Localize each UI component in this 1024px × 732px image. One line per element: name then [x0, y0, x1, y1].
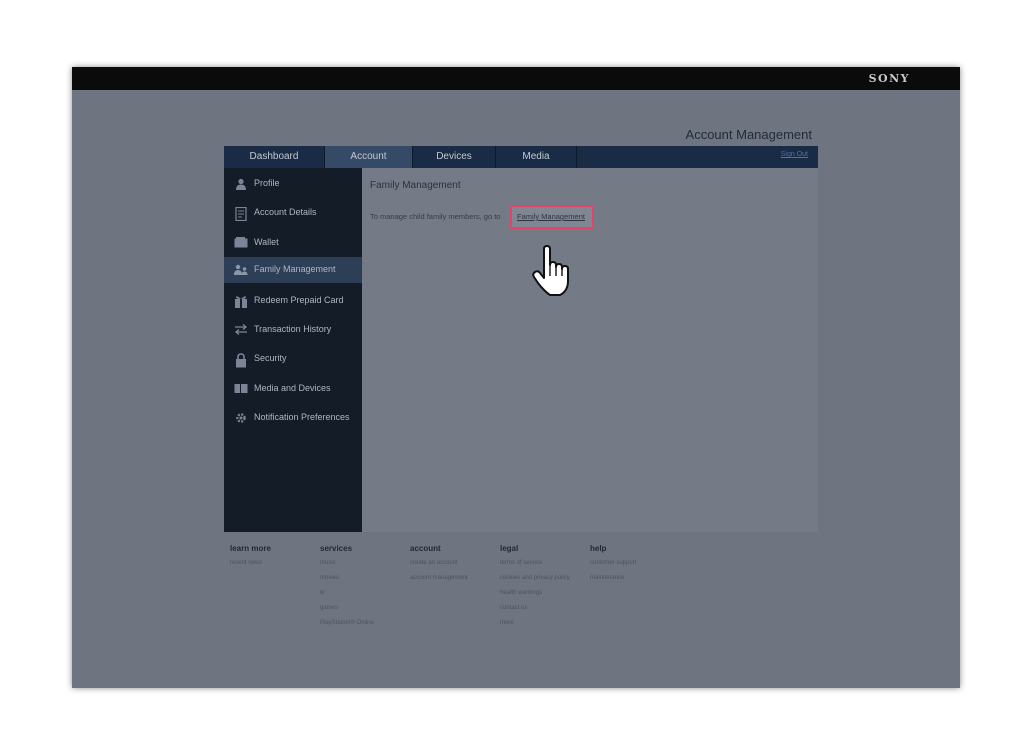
sony-logo: SONY: [868, 72, 910, 85]
sidebar-item-label: Redeem Prepaid Card: [254, 295, 344, 305]
tab-divider: [576, 146, 577, 168]
footer-link[interactable]: terms of service: [500, 560, 572, 567]
footer-link[interactable]: tv: [320, 590, 392, 597]
sidebar-item-label: Account Details: [254, 207, 317, 217]
lock-icon: [234, 353, 248, 368]
sidebar-item-redeem-prepaid-card[interactable]: Redeem Prepaid Card: [224, 288, 362, 314]
family-management-link[interactable]: Family Management: [510, 205, 594, 229]
sidebar-item-label: Profile: [254, 178, 280, 188]
wallet-icon: [234, 237, 248, 249]
sidebar-item-transaction-history[interactable]: Transaction History: [224, 317, 362, 343]
sidebar-item-family-management[interactable]: Family Management: [224, 257, 362, 283]
footer-heading: learn more: [230, 544, 271, 553]
footer-link[interactable]: customer support: [590, 560, 662, 567]
footer-column-learn-more: learn more recent news: [230, 544, 320, 575]
app-window: SONY Account Management Dashboard Accoun…: [72, 67, 960, 688]
tab-account[interactable]: Account: [325, 146, 412, 168]
person-icon: [234, 178, 248, 190]
sidebar-item-notification-preferences[interactable]: Notification Preferences: [224, 405, 362, 431]
footer-link[interactable]: account management: [410, 575, 482, 582]
account-sidebar: Profile Account Details Wallet Family Ma…: [224, 168, 362, 532]
document-icon: [234, 206, 248, 222]
footer-link[interactable]: health warnings: [500, 590, 572, 597]
sign-out-link[interactable]: Sign Out: [781, 151, 808, 158]
sidebar-item-profile[interactable]: Profile: [224, 171, 362, 197]
sidebar-item-label: Transaction History: [254, 324, 332, 334]
footer-link[interactable]: more: [500, 620, 572, 627]
sidebar-item-label: Security: [254, 353, 287, 363]
footer-heading: account: [410, 544, 441, 553]
sidebar-item-media-and-devices[interactable]: Media and Devices: [224, 376, 362, 402]
transfer-arrows-icon: [234, 324, 248, 336]
footer-heading: services: [320, 544, 353, 553]
instruction-text: To manage child family members, go to: [370, 212, 501, 221]
footer-column-help: help customer support maintenance: [590, 544, 680, 590]
footer-heading: help: [590, 544, 607, 553]
page-title: Account Management: [685, 127, 812, 142]
sidebar-item-label: Notification Preferences: [254, 412, 350, 422]
family-icon: [234, 264, 248, 276]
footer-column-legal: legal terms of service cookies and priva…: [500, 544, 590, 635]
footer-link[interactable]: create an account: [410, 560, 482, 567]
hand-pointer-cursor-icon: [532, 245, 569, 296]
footer-link[interactable]: games: [320, 605, 392, 612]
family-management-link-label: Family Management: [517, 212, 585, 221]
footer-link[interactable]: recent news: [230, 560, 302, 567]
footer-link[interactable]: music: [320, 560, 392, 567]
section-title: Family Management: [370, 180, 461, 191]
media-icon: [234, 383, 248, 395]
footer-heading: legal: [500, 544, 519, 553]
sidebar-item-label: Family Management: [254, 264, 336, 274]
tab-dashboard[interactable]: Dashboard: [224, 146, 324, 168]
footer-link[interactable]: maintenance: [590, 575, 662, 582]
main-tab-bar: Dashboard Account Devices Media Sign Out: [224, 146, 818, 168]
main-content: Family Management To manage child family…: [362, 168, 818, 532]
footer-link[interactable]: movies: [320, 575, 392, 582]
footer-column-services: services music movies tv games PlayStati…: [320, 544, 410, 635]
sidebar-item-account-details[interactable]: Account Details: [224, 200, 362, 226]
top-bar: SONY: [72, 67, 960, 90]
gear-icon: [234, 412, 248, 424]
footer-link[interactable]: cookies and privacy policy: [500, 575, 572, 582]
sidebar-item-label: Media and Devices: [254, 383, 331, 393]
footer-link[interactable]: contact us: [500, 605, 572, 612]
tab-media[interactable]: Media: [496, 146, 576, 168]
tab-devices[interactable]: Devices: [413, 146, 495, 168]
footer-link[interactable]: PlayStation® Online: [320, 620, 392, 627]
sidebar-item-security[interactable]: Security: [224, 346, 362, 372]
gift-card-icon: [234, 295, 248, 308]
sidebar-item-wallet[interactable]: Wallet: [224, 230, 362, 256]
footer-column-account: account create an account account manage…: [410, 544, 500, 590]
sidebar-item-label: Wallet: [254, 237, 279, 247]
